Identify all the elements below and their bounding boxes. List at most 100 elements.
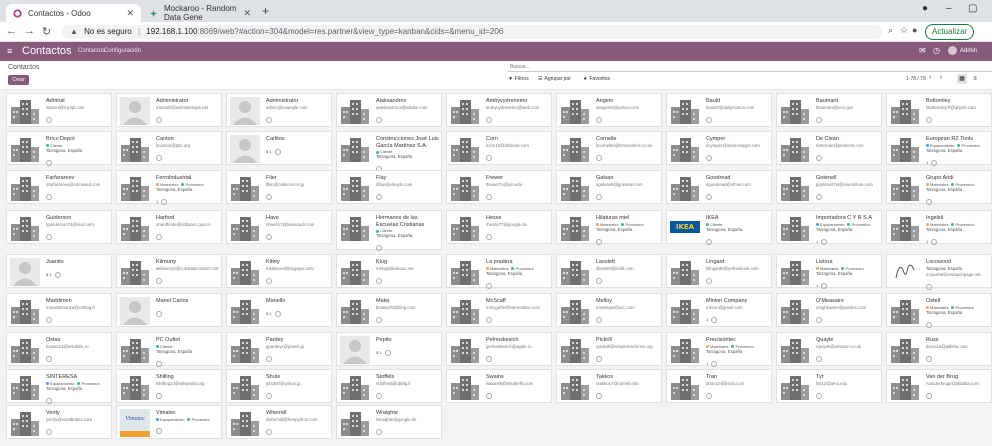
search-input[interactable]: Buscar... (508, 62, 992, 72)
pager-next-icon[interactable]: › (940, 74, 942, 81)
contact-card[interactable]: Ostas bostas13@wordalix.ru (6, 332, 112, 366)
activity-clock-icon[interactable] (376, 428, 382, 435)
activity-count[interactable]: 1 (926, 160, 928, 165)
activity-clock-icon[interactable] (266, 392, 272, 399)
activity-clock-icon[interactable] (596, 154, 602, 161)
activity-clock-icon[interactable] (376, 116, 382, 123)
close-tab-icon[interactable]: ✕ (243, 8, 251, 19)
contact-card[interactable]: Harford ohardforde@cdbaacc.gov.cn (116, 210, 222, 244)
contact-card[interactable]: Baumant lbaumant@uoo.gov (776, 93, 882, 127)
create-button[interactable]: Crear (8, 75, 29, 85)
activity-clock-icon[interactable] (816, 316, 822, 323)
contact-card[interactable]: Verity jverity@scratbrains.com (6, 405, 112, 439)
contact-card[interactable]: Alaksandrov aalekandrov2@adobe.com (336, 93, 442, 127)
contact-card[interactable]: Ingelsil Materiales Proveedor Tarragona, Es… (886, 210, 992, 245)
url-field[interactable]: ▲ No es seguro | 192.168.1.100:8069/web?… (62, 25, 882, 39)
activity-clock-icon[interactable] (816, 116, 822, 123)
activity-clock-icon[interactable] (46, 428, 52, 435)
activity-clock-icon[interactable] (706, 277, 712, 284)
contact-card[interactable]: Ferrolndustrial Materiales Proveedor Tarrag… (116, 170, 222, 205)
contact-card[interactable]: Ostell Materiales Proveedor Tarragona, Espa… (886, 293, 992, 328)
activity-clock-icon[interactable] (46, 116, 52, 123)
kanban-view-icon[interactable]: ▦ (957, 74, 967, 84)
contact-card[interactable]: Stoffels rstoffelst@ubdig.fr (336, 369, 442, 403)
activity-clock-icon[interactable] (926, 198, 932, 205)
contact-card[interactable]: Hilaturas miel Materiales Proveedor Tarrago… (556, 210, 662, 245)
close-tab-icon[interactable]: ✕ (126, 8, 134, 19)
new-tab-plus-icon[interactable]: + (262, 4, 269, 18)
maximize-icon[interactable]: ▢ (968, 3, 977, 14)
reload-icon[interactable]: ↻ (42, 25, 51, 38)
contact-card[interactable]: Juanito $ 1 (6, 254, 112, 288)
activity-clock-icon[interactable] (711, 316, 718, 323)
activity-clock-icon[interactable] (706, 238, 712, 245)
activity-clock-icon[interactable] (266, 277, 272, 284)
activity-clock-icon[interactable] (266, 233, 272, 240)
contact-card[interactable]: Vimatec Vimatec Equipamiento Proveedor (116, 405, 222, 439)
contact-card[interactable]: Brico Depot Cliente Tarragona, España (6, 131, 112, 166)
activity-clock-icon[interactable] (926, 116, 932, 123)
contact-card[interactable]: Admiral lsdeonl@myspl.com (6, 93, 112, 127)
update-button[interactable]: Actualizar (925, 24, 975, 40)
activity-count[interactable]: 1 (706, 361, 708, 366)
contact-card[interactable]: Shute jshute0@yahoo.jp (226, 369, 332, 403)
activity-count[interactable]: $ 1 (376, 350, 382, 355)
browser-tab-mockaroo[interactable]: Mockaroo - Random Data Gene ✕ (142, 4, 258, 22)
activity-clock-icon[interactable] (266, 116, 272, 123)
contact-card[interactable]: Tran dtran10@bsslu.com (666, 369, 772, 403)
contact-card[interactable]: Administrator rrassafd@websitemaps.net (116, 93, 222, 127)
activity-clock-icon[interactable] (376, 392, 382, 399)
contact-card[interactable]: Shilling lshilling14@wikipedia.org (116, 369, 222, 403)
contact-card[interactable]: Carlitos $ 1 (226, 131, 332, 165)
menu-configuracion[interactable]: Configuración (104, 48, 141, 54)
activity-clock-icon[interactable] (486, 154, 492, 161)
contact-card[interactable]: Flier lflier@cabernet.or.jp (226, 170, 332, 204)
user-menu[interactable]: Admin (948, 46, 977, 55)
pager-value[interactable]: 1-78 / 78 (906, 75, 926, 84)
activity-clock-icon[interactable] (156, 427, 162, 434)
contact-card[interactable]: Quayle rquayle@amazon.co.uk (776, 332, 882, 366)
contact-card[interactable]: SINTERESA Equipamiento Proveedor Tarragona,… (6, 369, 112, 404)
star-icon[interactable]: ☆ (900, 25, 908, 36)
contact-card[interactable]: Takkos otakkos7@cornell.edu (556, 369, 662, 403)
contact-card[interactable]: Pardey gpardeyx@prweb.jp (226, 332, 332, 366)
contact-card[interactable]: Cymper ecymper@invisionapps.com (666, 131, 772, 165)
activity-clock-icon[interactable] (926, 355, 932, 362)
filters-button[interactable]: ▼ Filtros (508, 75, 529, 84)
activity-clock-icon[interactable] (596, 277, 602, 284)
contact-card[interactable]: Maddimon mmaddimon1a@cvblog.fr (6, 293, 112, 327)
browser-tab-odoo[interactable]: Contactos - Odoo ✕ (6, 4, 141, 22)
contact-card[interactable]: Pepito $ 1 (336, 332, 442, 366)
contact-card[interactable]: Hermanos de las Escuelas Cristianas Clien… (336, 210, 442, 252)
contact-card[interactable]: Locowood Tarragona, España mzjuaf49@vistap… (886, 254, 992, 290)
activity-clock-icon[interactable] (156, 277, 162, 284)
activity-clock-icon[interactable] (486, 282, 492, 289)
contact-card[interactable]: Wherrell dwherrall@freepython.com (226, 405, 332, 439)
contact-card[interactable]: Cornelle bcornel5e@timesonline.co.uk (556, 131, 662, 165)
contact-card[interactable]: Canton bcanton@pbs.org (116, 131, 222, 165)
activity-clock-icon[interactable] (46, 355, 52, 362)
activity-clock-icon[interactable] (816, 355, 822, 362)
contact-card[interactable]: Galvan agalvan8@gravatar.com (556, 170, 662, 204)
contact-card[interactable]: Kittey mkitteyxx@blogspot.com (226, 254, 332, 288)
activity-clock-icon[interactable] (46, 159, 52, 166)
activity-count[interactable]: 1 (816, 239, 818, 244)
activity-count[interactable]: 1 (706, 317, 708, 322)
groupby-button[interactable]: ☰ Agrupar por (538, 75, 571, 84)
contact-card[interactable]: PC Outlet Cliente Tarragona, España (116, 332, 222, 367)
contact-card[interactable]: Farfarareev ofarfarareev@mlmused.com (6, 170, 112, 204)
activity-clock-icon[interactable] (266, 428, 272, 435)
zoom-icon[interactable]: ⌕ (888, 25, 893, 36)
pager-previous-icon[interactable]: ‹ (929, 74, 931, 81)
activity-clock-icon[interactable] (926, 321, 932, 328)
apps-menu-icon[interactable]: ≡ (7, 46, 12, 56)
contact-card[interactable]: Pickrill cpickrill@simplemachines.org (556, 332, 662, 366)
activity-clock-icon[interactable] (706, 392, 712, 399)
contact-card[interactable]: Importadora C Y R S.A Equipamiento Proveed… (776, 210, 882, 245)
activity-count[interactable]: $ 1 (46, 272, 52, 277)
contact-card[interactable]: De Clean hdeclean@pinterest.com (776, 131, 882, 165)
activity-clock-icon[interactable] (384, 349, 391, 356)
activity-clock-icon[interactable] (821, 238, 828, 245)
back-arrow-icon[interactable]: ← (6, 25, 17, 37)
activity-clock-icon[interactable] (266, 193, 272, 200)
